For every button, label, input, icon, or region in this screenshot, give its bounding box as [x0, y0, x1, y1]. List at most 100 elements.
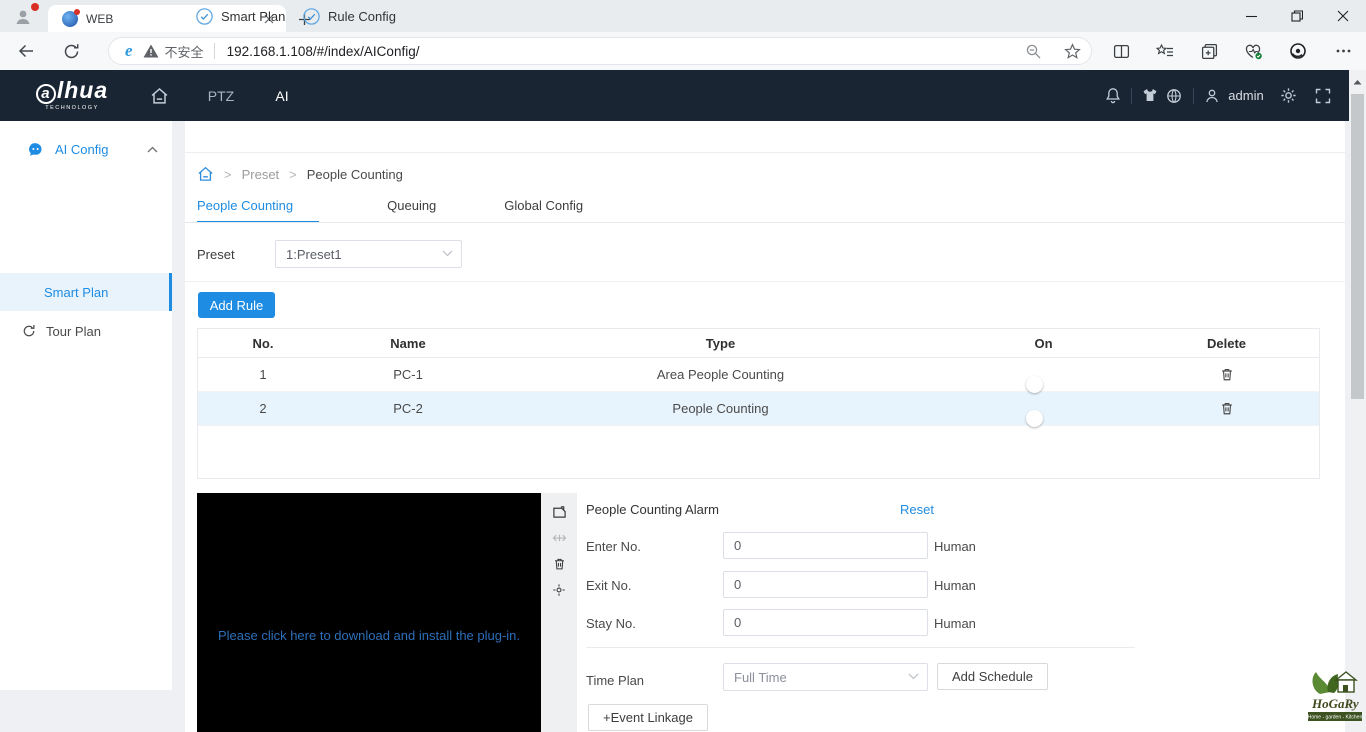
- not-secure-label[interactable]: 不安全: [165, 42, 204, 61]
- logo-subtitle: TECHNOLOGY: [45, 105, 99, 111]
- tabs-underline: [185, 222, 1345, 223]
- table-header-row: No. Name Type On Delete: [198, 329, 1319, 358]
- sidebar-group-label: AI Config: [55, 141, 109, 157]
- sidebar-item-smart-plan[interactable]: Smart Plan: [0, 273, 172, 311]
- window-close-button[interactable]: [1320, 0, 1366, 32]
- dahua-logo: a lhua TECHNOLOGY: [22, 78, 122, 111]
- address-divider: [213, 43, 215, 59]
- preset-label: Preset: [197, 246, 235, 262]
- check-circle-icon: [196, 7, 213, 25]
- stay-no-unit: Human: [934, 616, 976, 631]
- relocate-target-icon[interactable]: [541, 577, 577, 603]
- edge-action-icon[interactable]: [1288, 41, 1308, 61]
- favorites-list-icon[interactable]: [1155, 41, 1175, 61]
- nav-tab-ai[interactable]: AI: [262, 70, 302, 121]
- reset-link[interactable]: Reset: [900, 502, 934, 517]
- split-screen-icon[interactable]: [1111, 41, 1131, 61]
- col-delete: Delete: [1206, 335, 1247, 351]
- header-divider: [1131, 88, 1132, 104]
- exit-no-input[interactable]: [723, 571, 928, 598]
- settings-gear-icon[interactable]: [1277, 70, 1299, 121]
- browser-essentials-icon[interactable]: [1243, 41, 1263, 61]
- event-linkage-button[interactable]: +Event Linkage: [588, 704, 708, 731]
- zoom-out-icon[interactable]: [1025, 43, 1042, 60]
- chevron-down-icon: [908, 673, 919, 680]
- watermark-house: [1334, 671, 1358, 693]
- breadcrumb: > Preset > People Counting: [197, 160, 403, 188]
- logo-rest: lhua: [56, 77, 109, 103]
- form-divider: [586, 647, 1135, 648]
- scrollbar-thumb[interactable]: [1351, 94, 1364, 399]
- delete-rule-icon[interactable]: [1134, 401, 1319, 416]
- horizontal-adjust-icon[interactable]: [541, 525, 577, 551]
- address-bar[interactable]: e 不安全 192.168.1.108/#/index/AIConfig/: [108, 37, 1092, 65]
- nav-tab-ptz[interactable]: PTZ: [200, 70, 242, 121]
- username-label[interactable]: admin: [1224, 70, 1268, 121]
- section-divider: [185, 281, 1345, 282]
- watermark-name: HoGaRy: [1311, 696, 1359, 711]
- stay-no-label: Stay No.: [586, 616, 636, 631]
- exit-no-label: Exit No.: [586, 578, 632, 593]
- browser-menu-icon[interactable]: [1333, 41, 1353, 61]
- breadcrumb-separator: >: [224, 166, 232, 182]
- breadcrumb-home-icon[interactable]: [197, 166, 214, 182]
- url-text[interactable]: 192.168.1.108/#/index/AIConfig/: [227, 44, 1025, 59]
- favorite-star-icon[interactable]: [1064, 42, 1081, 60]
- time-plan-value: Full Time: [734, 669, 787, 685]
- language-globe-icon[interactable]: [1163, 70, 1185, 121]
- table-row[interactable]: 1 PC-1 Area People Counting: [198, 358, 1319, 393]
- add-rule-button[interactable]: Add Rule: [198, 292, 275, 318]
- scrollbar-up-icon[interactable]: [1349, 74, 1366, 90]
- draw-region-icon[interactable]: [541, 499, 577, 525]
- preset-select[interactable]: 1:Preset1: [275, 240, 462, 268]
- refresh-button[interactable]: [61, 41, 81, 61]
- sidebar-group-ai-config[interactable]: AI Config: [0, 133, 172, 165]
- enter-no-unit: Human: [934, 539, 976, 554]
- stay-no-input[interactable]: [723, 609, 928, 636]
- steps-bar: [185, 121, 1345, 153]
- table-row[interactable]: 2 PC-2 People Counting: [198, 392, 1319, 427]
- col-name: Name: [390, 335, 426, 351]
- delete-rule-icon[interactable]: [1134, 367, 1319, 382]
- fullscreen-icon[interactable]: [1312, 70, 1334, 121]
- profile-person-icon: [16, 10, 30, 24]
- col-type: Type: [705, 335, 736, 351]
- tour-plan-icon: [22, 324, 36, 338]
- step-rule-config[interactable]: Rule Config: [303, 0, 396, 32]
- tab-favicon: [62, 8, 80, 27]
- window-restore-button[interactable]: [1274, 0, 1320, 32]
- breadcrumb-item-preset[interactable]: Preset: [242, 167, 280, 182]
- chevron-up-icon[interactable]: [147, 146, 158, 153]
- collections-icon[interactable]: [1199, 41, 1219, 61]
- back-button[interactable]: [16, 41, 36, 61]
- profile-alert-dot: [31, 3, 39, 11]
- page-scrollbar[interactable]: [1349, 70, 1366, 732]
- exit-no-unit: Human: [934, 578, 976, 593]
- add-schedule-button[interactable]: Add Schedule: [937, 663, 1048, 690]
- notification-bell-icon[interactable]: [1102, 70, 1124, 121]
- window-minimize-button[interactable]: [1228, 0, 1274, 32]
- step-smart-plan[interactable]: Smart Plan: [196, 0, 285, 32]
- video-toolbar: [541, 493, 577, 732]
- sidebar-item-tour-plan[interactable]: Tour Plan: [0, 312, 172, 350]
- rules-table: No. Name Type On Delete 1 PC-1 Area Peop…: [197, 328, 1320, 479]
- logo-a: a: [35, 84, 56, 104]
- tab-global-config[interactable]: Global Config: [504, 195, 583, 223]
- profile-avatar[interactable]: [8, 3, 39, 30]
- tab-queuing[interactable]: Queuing: [387, 195, 436, 223]
- screen: WEB e 不安全 192.168.1.108/#/index/AIConfig…: [0, 0, 1366, 732]
- enter-no-input[interactable]: [723, 532, 928, 559]
- preset-row: Preset 1:Preset1: [197, 240, 462, 268]
- check-circle-icon: [303, 7, 320, 25]
- theme-skin-icon[interactable]: [1139, 70, 1161, 121]
- nav-home-icon[interactable]: [146, 70, 172, 121]
- cell-name: PC-2: [393, 401, 423, 416]
- tabs: People Counting Queuing Global Config: [197, 195, 651, 223]
- col-on: On: [1034, 335, 1053, 351]
- breadcrumb-item-people-counting: People Counting: [306, 166, 403, 182]
- clear-draw-trash-icon[interactable]: [541, 551, 577, 577]
- plugin-download-link[interactable]: Please click here to download and instal…: [197, 628, 541, 643]
- hogary-watermark: HoGaRy Home - garden - Kitchen: [1306, 666, 1364, 728]
- tab-people-counting[interactable]: People Counting: [197, 195, 320, 223]
- time-plan-select[interactable]: Full Time: [723, 663, 928, 691]
